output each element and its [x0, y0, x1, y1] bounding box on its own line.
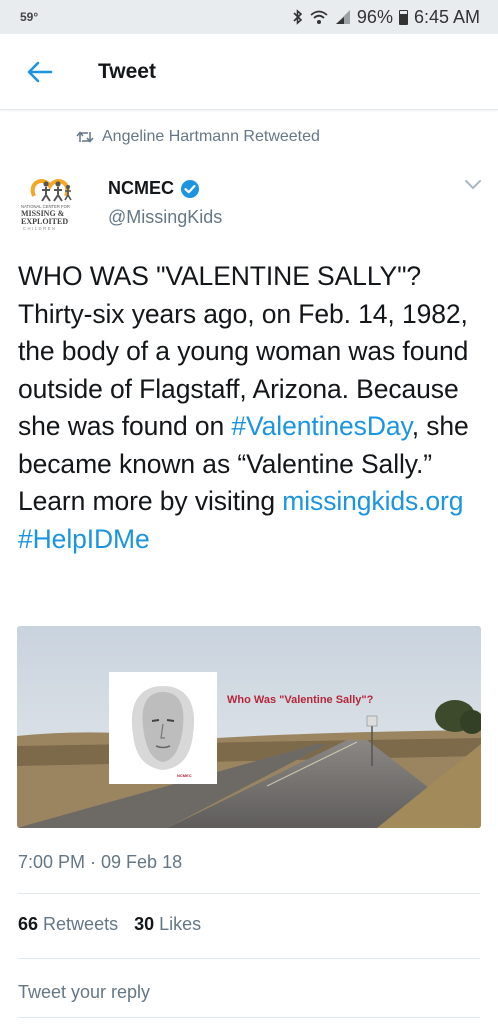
- retweeted-by-label: Angeline Hartmann Retweeted: [102, 128, 320, 145]
- avatar[interactable]: NATIONAL CENTER FOR MISSING & EXPLOITED …: [20, 172, 90, 238]
- author-name[interactable]: NCMEC: [108, 178, 200, 199]
- hashtag-helpidme[interactable]: #HelpIDMe: [18, 524, 150, 554]
- hashtag-valentinesday[interactable]: #ValentinesDay: [231, 411, 411, 441]
- divider: [18, 893, 480, 894]
- retweets-label: Retweets: [43, 914, 119, 934]
- logo-text-3: EXPLOITED: [21, 217, 68, 226]
- status-bar: 59° 96% 6:45 AM: [0, 0, 498, 34]
- arrow-left-icon: [27, 61, 53, 82]
- divider: [18, 1017, 480, 1018]
- tweet-timestamp: 7:00 PM · 09 Feb 18: [18, 852, 183, 872]
- tweet-image[interactable]: NCMEC Who Was "Valentine Sally"?: [17, 626, 481, 828]
- signal-icon: [335, 10, 350, 24]
- retweets-stat[interactable]: 66 Retweets: [18, 914, 118, 935]
- retweeted-by[interactable]: Angeline Hartmann Retweeted: [76, 128, 320, 146]
- reply-input[interactable]: Tweet your reply: [18, 982, 150, 1003]
- back-button[interactable]: [20, 52, 60, 92]
- tweet-stats: 66 Retweets 30 Likes: [18, 914, 201, 935]
- status-icons: 96% 6:45 AM: [293, 7, 480, 28]
- retweets-count: 66: [18, 914, 39, 934]
- svg-text:NCMEC: NCMEC: [177, 773, 192, 778]
- wifi-icon: [310, 10, 328, 24]
- page-title: Tweet: [98, 59, 156, 83]
- ncmec-logo: NATIONAL CENTER FOR MISSING & EXPLOITED …: [21, 179, 72, 231]
- logo-text-4: CHILDREN: [23, 226, 56, 231]
- battery-percent: 96%: [356, 6, 393, 27]
- likes-count: 30: [134, 914, 155, 934]
- chevron-down-icon[interactable]: [462, 176, 484, 194]
- bluetooth-icon: [293, 9, 303, 25]
- retweet-icon: [76, 131, 94, 143]
- landscape-photo: NCMEC: [17, 626, 481, 828]
- author-handle[interactable]: @MissingKids: [108, 207, 222, 228]
- tweet-text: WHO WAS "VALENTINE SALLY"? Thirty-six ye…: [18, 258, 488, 558]
- clock: 6:45 AM: [413, 6, 480, 27]
- temperature: 59°: [20, 10, 39, 24]
- battery-icon: [398, 9, 408, 25]
- author-display-name: NCMEC: [108, 178, 174, 198]
- verified-icon: [181, 179, 199, 198]
- likes-label: Likes: [159, 914, 202, 934]
- divider: [18, 958, 480, 959]
- app-header: Tweet: [0, 34, 498, 110]
- link-missingkids[interactable]: missingkids.org: [282, 486, 463, 516]
- likes-stat[interactable]: 30 Likes: [134, 914, 201, 935]
- image-caption: Who Was "Valentine Sally"?: [227, 694, 374, 706]
